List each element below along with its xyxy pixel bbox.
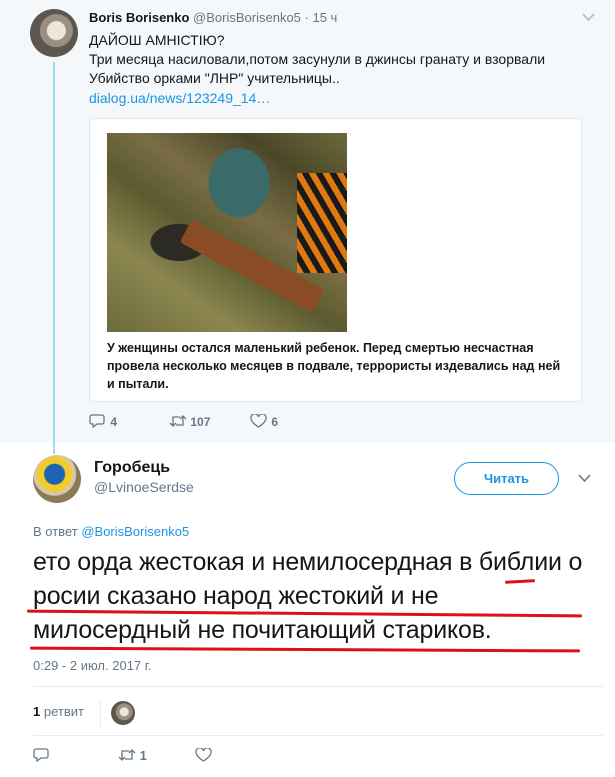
annotation-underline — [29, 646, 581, 653]
retweet-icon — [169, 414, 187, 432]
thread-line — [53, 62, 55, 454]
heart-icon — [195, 747, 213, 766]
parent-tweet[interactable]: Boris Borisenko @BorisBorisenko5 · 15 ч … — [0, 0, 615, 443]
reply-handle-link[interactable]: @BorisBorisenko5 — [81, 524, 189, 539]
tweet-line: ДАЙОШ АМНІСТІЮ? — [89, 32, 225, 48]
divider — [33, 686, 603, 687]
reply-icon — [89, 414, 107, 432]
retweet-stat-count: 1 — [33, 704, 41, 719]
retweet-stats[interactable]: 1 ретвит — [33, 704, 84, 719]
tweet-timestamp[interactable]: 0:29 - 2 июл. 2017 г. — [33, 658, 152, 673]
reply-button[interactable]: 4 — [89, 414, 117, 432]
link-card[interactable]: У женщины остался маленький ребенок. Пер… — [89, 118, 582, 402]
follow-button[interactable]: Читать — [454, 462, 559, 495]
retweet-button[interactable]: 107 — [169, 414, 210, 432]
like-button[interactable]: 6 — [250, 413, 279, 432]
like-button[interactable] — [195, 747, 213, 766]
retweeter-avatar[interactable] — [111, 701, 135, 725]
like-count: 6 — [271, 415, 279, 429]
tweet-line: Три месяца насиловали,потом засунули в д… — [89, 51, 546, 67]
reply-icon — [33, 748, 51, 766]
article-link[interactable]: dialog.ua/news/123249_14… — [89, 90, 270, 106]
reply-context: В ответ @BorisBorisenko5 — [33, 524, 189, 539]
retweet-count: 107 — [190, 415, 211, 429]
reply-prefix: В ответ — [33, 524, 78, 539]
chevron-down-icon[interactable] — [578, 471, 591, 486]
parent-tweet-text: ДАЙОШ АМНІСТІЮ? Три месяца насиловали,по… — [89, 31, 589, 88]
parent-tweet-header: Boris Borisenko @BorisBorisenko5 · 15 ч — [89, 10, 338, 25]
divider — [100, 700, 101, 726]
reply-count: 4 — [110, 415, 118, 429]
heart-icon — [250, 413, 268, 432]
tweet-text: ето орда жестокая и немилосердная в библ… — [33, 548, 583, 644]
retweet-button[interactable]: 1 — [118, 748, 147, 766]
retweet-count: 1 — [139, 748, 147, 763]
card-description: У женщины остался маленький ребенок. Пер… — [107, 341, 561, 391]
retweet-stat-label: ретвит — [43, 704, 84, 719]
chevron-down-icon[interactable] — [582, 10, 596, 22]
tweet-time[interactable]: 15 ч — [312, 10, 337, 25]
avatar[interactable] — [30, 9, 78, 57]
tweet-line: Убийство орками "ЛНР" учительницы.. — [89, 70, 340, 86]
divider — [33, 735, 603, 736]
avatar[interactable] — [33, 455, 81, 503]
author-name[interactable]: Boris Borisenko — [89, 10, 189, 25]
author-handle[interactable]: @LvinoeSerdse — [94, 479, 194, 495]
card-image — [107, 133, 347, 332]
author-handle[interactable]: @BorisBorisenko5 — [193, 10, 301, 25]
author-name[interactable]: Горобець — [94, 459, 170, 477]
retweet-icon — [118, 748, 136, 766]
reply-button[interactable] — [33, 748, 51, 766]
